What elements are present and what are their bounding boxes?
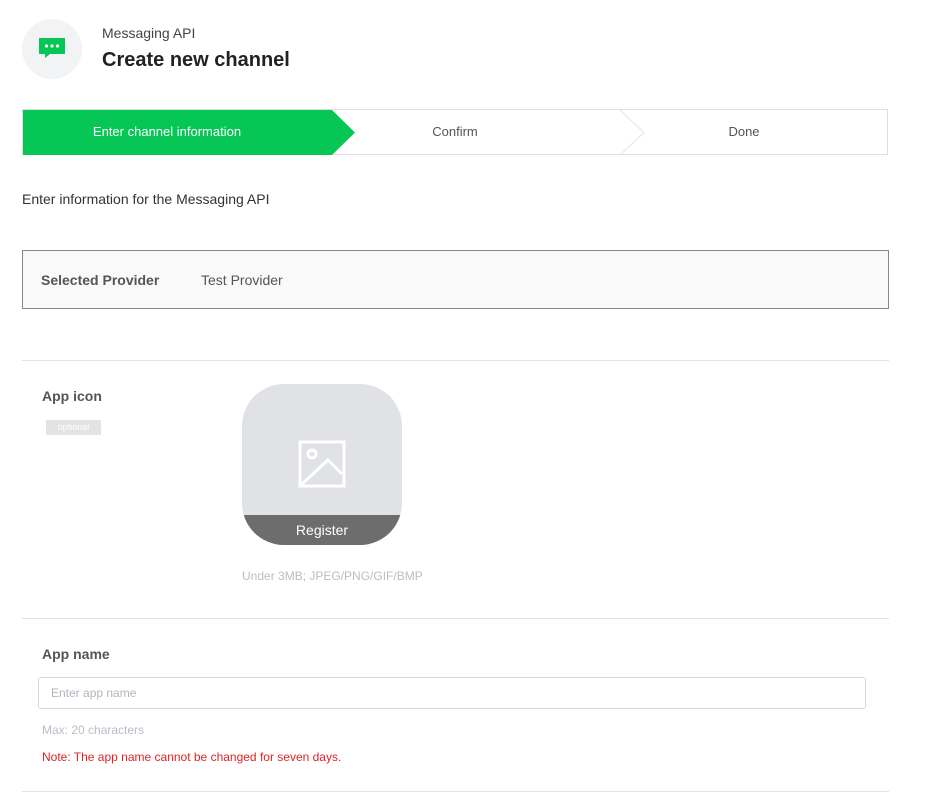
intro-text: Enter information for the Messaging API [22,191,270,207]
app-icon-label: App icon [42,388,102,404]
app-name-input[interactable] [38,677,866,709]
progress-steps: Enter channel information Confirm Done [22,109,888,156]
app-name-label: App name [42,646,110,662]
app-icon-hint: Under 3MB; JPEG/PNG/GIF/BMP [242,569,423,583]
page-title: Create new channel [102,49,290,71]
register-button[interactable]: Register [242,515,402,545]
chat-bubble-icon [39,38,65,58]
channel-icon-avatar [22,19,82,79]
image-icon [298,440,346,488]
provider-value: Test Provider [201,272,283,288]
product-name: Messaging API [102,25,196,41]
section-divider [22,791,889,792]
step-done: Done [728,124,760,139]
provider-label: Selected Provider [41,272,160,288]
section-divider [22,360,889,361]
optional-badge: optional [46,420,101,435]
app-name-max-hint: Max: 20 characters [42,723,145,737]
selected-provider-box: Selected Provider Test Provider [22,250,889,309]
section-divider [22,618,889,619]
step-confirm: Confirm [432,124,478,139]
step-enter-info: Enter channel information [92,124,242,139]
app-name-note: Note: The app name cannot be changed for… [42,750,342,764]
app-icon-uploader[interactable]: Register [242,384,402,545]
